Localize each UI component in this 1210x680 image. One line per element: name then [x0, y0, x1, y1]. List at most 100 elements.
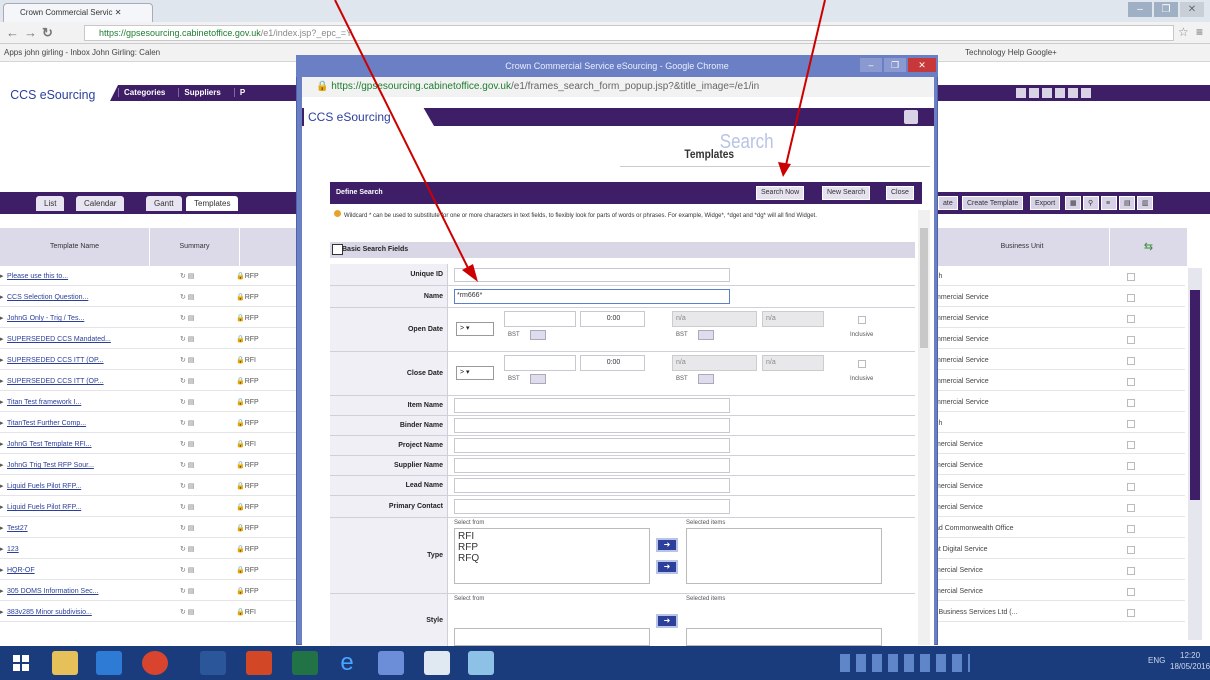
row-checkbox[interactable] [1127, 357, 1135, 365]
tab-gantt[interactable]: Gantt [146, 196, 182, 211]
name-input[interactable]: *rm666* [454, 289, 730, 304]
scroll-thumb[interactable] [1190, 290, 1200, 500]
chrome-icon[interactable] [142, 651, 168, 675]
reload-icon[interactable]: ↻ [42, 25, 53, 41]
create-template-button[interactable]: Create Template [962, 196, 1024, 210]
notepad-icon[interactable] [424, 651, 450, 675]
toolbar-icon[interactable] [1016, 88, 1026, 98]
summary-icon[interactable]: ↻ ▤ [180, 583, 194, 600]
style-selected-list[interactable] [686, 628, 882, 646]
binoculars-icon[interactable]: ⚲ [1083, 196, 1099, 210]
table-row[interactable]: ▸ HQR-OF ↻ ▤ 🔒RFP [0, 562, 300, 580]
toolbar-icon[interactable] [1055, 88, 1065, 98]
system-tray-icons[interactable] [840, 654, 970, 672]
expand-icon[interactable]: ▸ [0, 583, 4, 600]
supplier-name-input[interactable] [454, 458, 730, 473]
template-name-link[interactable]: SUPERSEDED CCS ITT (OP... [7, 352, 147, 369]
type-option[interactable]: RFI [458, 531, 646, 542]
template-name-link[interactable]: Test27 [7, 520, 147, 537]
expand-icon[interactable]: ▸ [0, 436, 4, 453]
summary-icon[interactable]: ↻ ▤ [180, 478, 194, 495]
powerpoint-icon[interactable] [246, 651, 272, 675]
expand-icon[interactable]: ▸ [0, 310, 4, 327]
table-row[interactable]: ▸ 305 DOMS Information Sec... ↻ ▤ 🔒RFP [0, 583, 300, 601]
template-name-link[interactable]: Liquid Fuels Pilot RFP... [7, 499, 147, 516]
clock[interactable]: 12:20 18/05/2016 [1170, 650, 1210, 672]
minimize-icon[interactable]: – [1128, 2, 1152, 17]
internet-explorer-icon[interactable]: e [334, 651, 360, 675]
app-icon-2[interactable] [468, 651, 494, 675]
expand-icon[interactable]: ▸ [0, 457, 4, 474]
table-row[interactable]: ▸ JohnG Only - Trig / Tes... ↻ ▤ 🔒RFP [0, 310, 300, 328]
summary-icon[interactable]: ↻ ▤ [180, 373, 194, 390]
col-summary[interactable]: Summary [150, 228, 240, 266]
summary-icon[interactable]: ↻ ▤ [180, 415, 194, 432]
expand-icon[interactable]: ▸ [0, 520, 4, 537]
expand-icon[interactable]: ▸ [0, 394, 4, 411]
type-selected-list[interactable] [686, 528, 882, 584]
table-row[interactable]: ▸ 123 ↻ ▤ 🔒RFP [0, 541, 300, 559]
calendar-icon[interactable] [530, 330, 546, 340]
menu-p[interactable]: P [233, 88, 251, 97]
popup-restore-icon[interactable]: ❐ [884, 58, 906, 72]
template-name-link[interactable]: JohnG Test Template RFI... [7, 436, 147, 453]
table-row[interactable]: ▸ JohnG Test Template RFI... ↻ ▤ 🔒RFI [0, 436, 300, 454]
windows-start-icon[interactable] [8, 651, 34, 675]
row-checkbox[interactable] [1127, 609, 1135, 617]
row-checkbox[interactable] [1127, 294, 1135, 302]
table-row[interactable]: ▸ Liquid Fuels Pilot RFP... ↻ ▤ 🔒RFP [0, 499, 300, 517]
popup-close-icon[interactable]: ✕ [908, 58, 936, 72]
summary-icon[interactable]: ↻ ▤ [180, 562, 194, 579]
toolbar-icon[interactable] [1081, 88, 1091, 98]
template-name-link[interactable]: Please use this to... [7, 268, 147, 285]
grid-icon[interactable]: ▦ [1065, 196, 1081, 210]
table-row[interactable]: ▸ Liquid Fuels Pilot RFP... ↻ ▤ 🔒RFP [0, 478, 300, 496]
page-scrollbar[interactable] [1188, 268, 1202, 640]
template-name-link[interactable]: SUPERSEDED CCS ITT (OP... [7, 373, 147, 390]
expand-icon[interactable]: ▸ [0, 562, 4, 579]
add-style-arrow-icon[interactable]: ➜ [656, 614, 678, 628]
table-row[interactable]: ▸ 383v285 Minor subdivisio... ↻ ▤ 🔒RFI [0, 604, 300, 622]
primary-contact-input[interactable] [454, 499, 730, 514]
filter-icon[interactable]: ≡ [1101, 196, 1117, 210]
row-checkbox[interactable] [1127, 483, 1135, 491]
item-name-input[interactable] [454, 398, 730, 413]
close-date-operator[interactable]: > ▾ [456, 366, 494, 380]
toolbar-icon[interactable] [1029, 88, 1039, 98]
calendar-icon[interactable] [698, 330, 714, 340]
open-inclusive-checkbox[interactable] [858, 316, 866, 324]
row-checkbox[interactable] [1127, 336, 1135, 344]
store-icon[interactable] [96, 651, 122, 675]
summary-icon[interactable]: ↻ ▤ [180, 352, 194, 369]
forward-icon[interactable]: → [24, 25, 37, 40]
template-name-link[interactable]: HQR-OF [7, 562, 147, 579]
popup-scrollbar[interactable] [918, 210, 930, 645]
row-checkbox[interactable] [1127, 420, 1135, 428]
popup-help-icon[interactable] [904, 110, 918, 124]
row-checkbox[interactable] [1127, 399, 1135, 407]
template-name-link[interactable]: 123 [7, 541, 147, 558]
export-button[interactable]: Export [1030, 196, 1061, 210]
template-name-link[interactable]: 305 DOMS Information Sec... [7, 583, 147, 600]
tab-calendar[interactable]: Calendar [76, 196, 125, 211]
bookmark-star-icon[interactable]: ☆ [1178, 25, 1189, 39]
expand-icon[interactable]: ▸ [0, 499, 4, 516]
columns-icon[interactable]: ▥ [1137, 196, 1153, 210]
template-name-link[interactable]: SUPERSEDED CCS Mandated... [7, 331, 147, 348]
row-checkbox[interactable] [1127, 546, 1135, 554]
bookmarks-right[interactable]: Technology Help Google+ [965, 44, 1057, 62]
row-checkbox[interactable] [1127, 315, 1135, 323]
menu-icon[interactable]: ≡ [1196, 25, 1203, 39]
expand-icon[interactable]: ▸ [0, 289, 4, 306]
expand-icon[interactable]: ▸ [0, 478, 4, 495]
word-icon[interactable] [200, 651, 226, 675]
template-name-link[interactable]: 383v285 Minor subdivisio... [7, 604, 147, 621]
row-checkbox[interactable] [1127, 525, 1135, 533]
table-row[interactable]: ▸ TitanTest Further Comp... ↻ ▤ 🔒RFP [0, 415, 300, 433]
type-options-list[interactable]: RFI RFP RFQ [454, 528, 650, 584]
template-name-link[interactable]: Liquid Fuels Pilot RFP... [7, 478, 147, 495]
summary-icon[interactable]: ↻ ▤ [180, 331, 194, 348]
popup-address[interactable]: 🔒 https://gpsesourcing.cabinetoffice.gov… [302, 77, 934, 97]
table-row[interactable]: ▸ Please use this to... ↻ ▤ 🔒RFP [0, 268, 300, 286]
table-row[interactable]: ▸ CCS Selection Question... ↻ ▤ 🔒RFP [0, 289, 300, 307]
